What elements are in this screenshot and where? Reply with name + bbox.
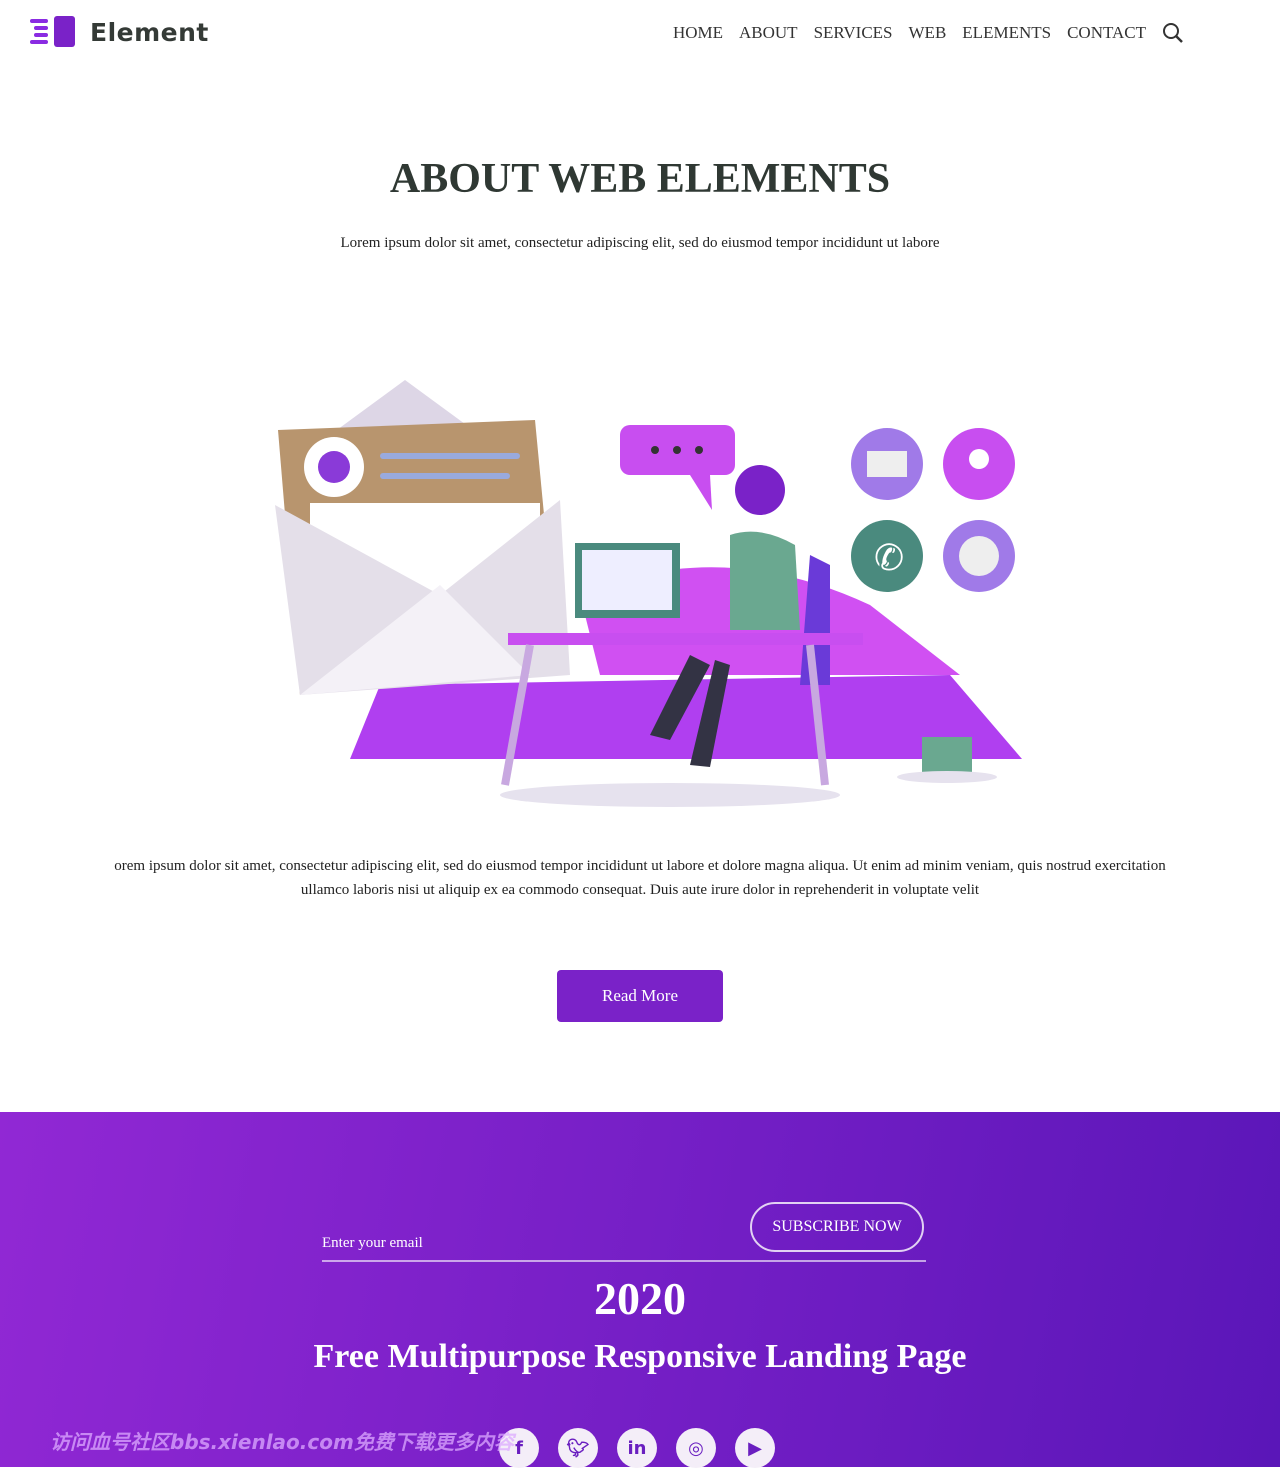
brand-name: Element xyxy=(90,17,209,47)
nav-contact[interactable]: CONTACT xyxy=(1067,23,1146,43)
page-title: ABOUT WEB ELEMENTS xyxy=(389,156,891,202)
search-icon[interactable] xyxy=(1162,22,1184,44)
nav-services[interactable]: SERVICES xyxy=(814,23,893,43)
subscribe-button[interactable]: SUBSCRIBE NOW xyxy=(750,1202,924,1252)
nav-web[interactable]: WEB xyxy=(909,23,947,43)
year-heading: 2020 xyxy=(594,1273,686,1324)
nav-elements[interactable]: ELEMENTS xyxy=(962,23,1051,43)
intro-text: Lorem ipsum dolor sit amet, consectetur … xyxy=(340,235,940,251)
svg-text:✆: ✆ xyxy=(874,538,904,579)
logo[interactable]: Element xyxy=(30,16,209,48)
contact-illustration: ✆ xyxy=(275,380,1022,807)
subscribe-form: SUBSCRIBE NOW xyxy=(322,1202,926,1262)
nav-home[interactable]: HOME xyxy=(673,23,723,43)
nav-about[interactable]: ABOUT xyxy=(739,23,798,43)
about-body-text: orem ipsum dolor sit amet, consectetur a… xyxy=(114,858,1166,898)
main-nav: HOME ABOUT SERVICES WEB ELEMENTS CONTACT xyxy=(673,22,1184,44)
linkedin-icon[interactable]: in xyxy=(617,1428,657,1468)
header: Element HOME ABOUT SERVICES WEB ELEMENTS… xyxy=(0,0,1280,66)
instagram-icon[interactable]: ◎ xyxy=(676,1428,716,1468)
read-more-button[interactable]: Read More xyxy=(557,970,723,1022)
tagline: Free Multipurpose Responsive Landing Pag… xyxy=(313,1338,967,1375)
social-links: f 🐦︎ in ◎ ▶ xyxy=(499,1428,775,1468)
youtube-icon[interactable]: ▶ xyxy=(735,1428,775,1468)
logo-icon xyxy=(30,16,75,47)
footer: SUBSCRIBE NOW 2020 Free Multipurpose Res… xyxy=(0,1112,1280,1468)
watermark: 访问血号社区bbs.xienlao.com免费下载更多内容 xyxy=(50,1430,514,1454)
email-input[interactable] xyxy=(322,1220,722,1260)
twitter-icon[interactable]: 🐦︎ xyxy=(558,1428,598,1468)
